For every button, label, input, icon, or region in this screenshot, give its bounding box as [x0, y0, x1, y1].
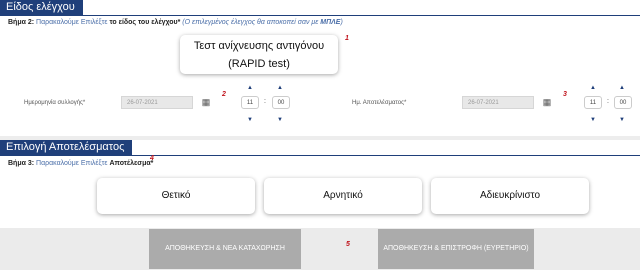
result-negative-button[interactable]: Αρνητικό [264, 178, 422, 214]
result-hour-input[interactable]: 11 [584, 96, 602, 109]
minute-up-icon[interactable]: ▲ [275, 84, 285, 92]
hour-down-icon[interactable]: ▼ [588, 116, 598, 124]
collection-minute-input[interactable]: 00 [272, 96, 290, 109]
section-divider [0, 15, 640, 16]
step-2-instruction: Βήμα 2: Παρακαλούμε Επιλέξτε το είδος το… [8, 19, 343, 26]
hour-up-icon[interactable]: ▲ [588, 84, 598, 92]
time-separator: : [607, 98, 609, 105]
footer-bar [0, 228, 640, 270]
result-date-label: Ημ. Αποτελέσματος* [352, 100, 407, 106]
marker-3: 3 [563, 91, 567, 98]
hour-down-icon[interactable]: ▼ [245, 116, 255, 124]
collection-date-field[interactable]: 26-07-2021 [121, 96, 193, 109]
minute-down-icon[interactable]: ▼ [275, 116, 285, 124]
result-minute-input[interactable]: 00 [614, 96, 632, 109]
marker-1: 1 [345, 35, 349, 42]
save-and-new-button[interactable]: ΑΠΟΘΗΚΕΥΣΗ & ΝΕΑ ΚΑΤΑΧΩΡΗΣΗ [149, 229, 301, 269]
section-title-test-type: Είδος ελέγχου [0, 0, 83, 15]
calendar-icon[interactable]: ▦ [200, 96, 212, 108]
collection-hour-input[interactable]: 11 [241, 96, 259, 109]
hour-up-icon[interactable]: ▲ [245, 84, 255, 92]
marker-5: 5 [346, 241, 350, 248]
minute-up-icon[interactable]: ▲ [617, 84, 627, 92]
marker-2: 2 [222, 91, 226, 98]
step-3-instruction: Βήμα 3: Παρακαλούμε Επιλέξτε Αποτέλεσμα* [8, 160, 154, 167]
result-positive-button[interactable]: Θετικό [97, 178, 255, 214]
marker-4: 4 [150, 155, 154, 162]
rapid-test-subtitle: (RAPID test) [228, 58, 290, 70]
test-type-panel: Είδος ελέγχου Βήμα 2: Παρακαλούμε Επιλέξ… [0, 0, 640, 136]
collection-date-label: Ημερομηνία συλλογής* [24, 100, 86, 106]
save-and-return-button[interactable]: ΑΠΟΘΗΚΕΥΣΗ & ΕΠΙΣΤΡΟΦΗ (ΕΥΡΕΤΗΡΙΟ) [378, 229, 534, 269]
section-title-result: Επιλογή Αποτελέσματος [0, 140, 133, 155]
calendar-icon[interactable]: ▦ [541, 96, 553, 108]
minute-down-icon[interactable]: ▼ [617, 116, 627, 124]
rapid-test-button[interactable]: Τεστ ανίχνευσης αντιγόνου (RAPID test) [180, 35, 338, 74]
rapid-test-title: Τεστ ανίχνευσης αντιγόνου [193, 40, 325, 52]
section-divider [0, 155, 640, 156]
time-separator: : [264, 98, 266, 105]
result-date-field[interactable]: 26-07-2021 [462, 96, 534, 109]
result-undetermined-button[interactable]: Αδιευκρίνιστο [431, 178, 589, 214]
